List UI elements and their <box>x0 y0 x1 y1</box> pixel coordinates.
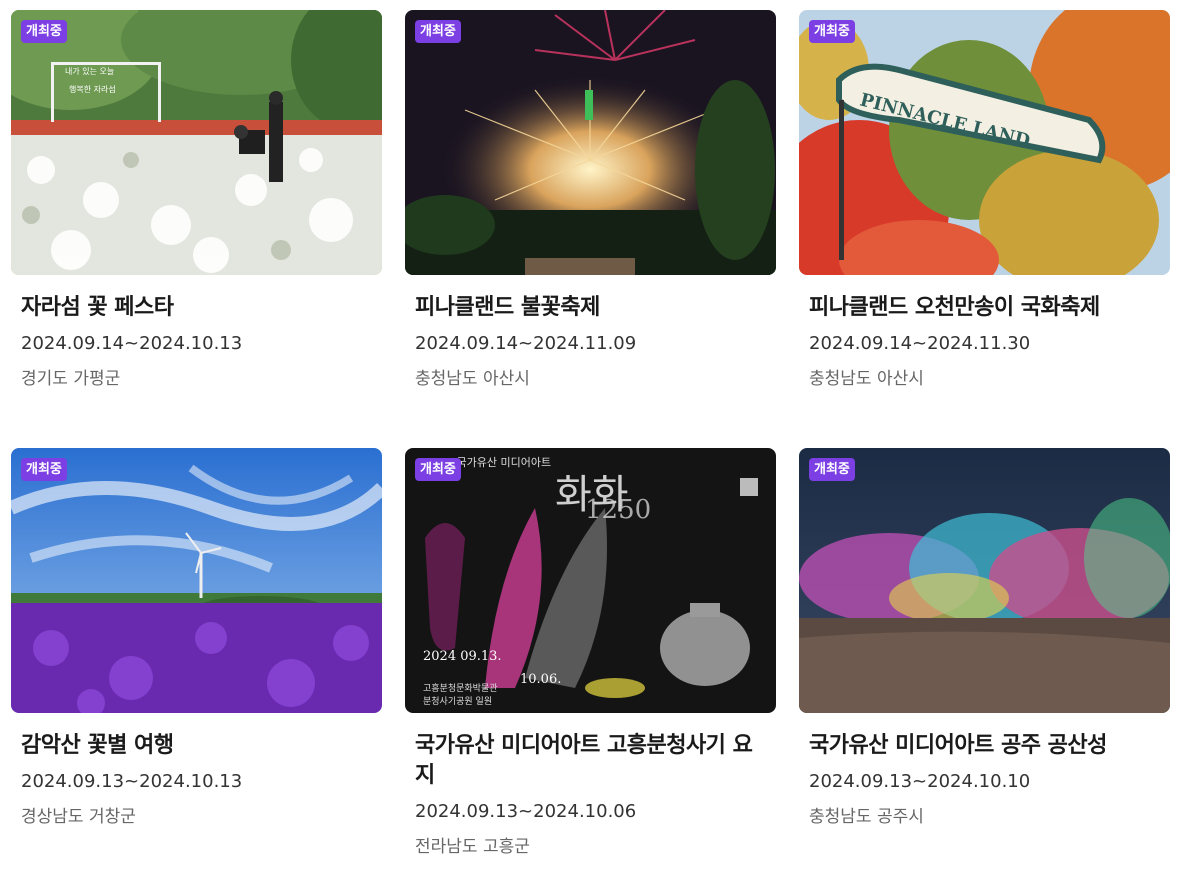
festival-thumbnail[interactable]: 2024 국가유산 미디어아트 화화 1250 2024 09.13. 10.0… <box>405 448 776 713</box>
festival-date: 2024.09.14~2024.11.09 <box>415 333 637 354</box>
fireworks-image <box>405 10 776 275</box>
lit-trees-night-image <box>799 448 1170 713</box>
festival-date: 2024.09.13~2024.10.13 <box>21 771 243 792</box>
festival-card[interactable]: 개최중 감악산 꽃별 여행 2024.09.13~2024.10.13 경상남도… <box>11 448 382 829</box>
festival-date: 2024.09.13~2024.10.10 <box>809 771 1031 792</box>
festival-thumbnail[interactable]: 개최중 <box>799 448 1170 713</box>
festival-thumbnail[interactable]: 개최중 <box>11 448 382 713</box>
festival-region: 충청남도 아산시 <box>415 369 530 389</box>
flower-field-image: 내가 있는 오늘 행복한 자라섬 <box>11 10 382 275</box>
festival-region: 경상남도 거창군 <box>21 807 136 827</box>
festival-card[interactable]: 개최중 피나클랜드 불꽃축제 2024.09.14~2024.11.09 충청남… <box>405 10 776 391</box>
status-badge: 개최중 <box>21 20 67 43</box>
status-badge: 개최중 <box>415 458 461 481</box>
purple-field-image <box>11 448 382 713</box>
poster-footer-2: 분청사기공원 일원 <box>423 696 492 707</box>
festival-title[interactable]: 국가유산 미디어아트 고흥분청사기 요지 <box>415 731 765 791</box>
festival-region: 전라남도 고흥군 <box>415 837 530 857</box>
festival-card[interactable]: 개최중 국가유산 미디어아트 공주 공산성 2024.09.13~2024.10… <box>799 448 1170 829</box>
festival-thumbnail[interactable]: 개최중 <box>405 10 776 275</box>
poster-number: 1250 <box>585 495 651 525</box>
status-badge: 개최중 <box>809 458 855 481</box>
sign-line-2: 행복한 자라섬 <box>69 84 116 94</box>
festival-thumbnail[interactable]: PINNACLE LAND 개최중 <box>799 10 1170 275</box>
media-art-poster-image: 2024 국가유산 미디어아트 화화 1250 2024 09.13. 10.0… <box>405 448 776 713</box>
festival-card[interactable]: 내가 있는 오늘 행복한 자라섬 개최중 자라섬 꽃 페스타 2024.09.1… <box>11 10 382 391</box>
festival-region: 경기도 가평군 <box>21 369 121 389</box>
festival-card[interactable]: 2024 국가유산 미디어아트 화화 1250 2024 09.13. 10.0… <box>405 448 776 859</box>
festival-date: 2024.09.14~2024.10.13 <box>21 333 243 354</box>
festival-title[interactable]: 국가유산 미디어아트 공주 공산성 <box>809 731 1159 761</box>
festival-title[interactable]: 감악산 꽃별 여행 <box>21 731 371 761</box>
poster-date-end: 10.06. <box>520 672 561 687</box>
festival-card[interactable]: PINNACLE LAND 개최중 피나클랜드 오천만송이 국화축제 2024.… <box>799 10 1170 391</box>
festival-title[interactable]: 피나클랜드 불꽃축제 <box>415 293 765 323</box>
sign-line-1: 내가 있는 오늘 <box>65 66 114 76</box>
status-badge: 개최중 <box>809 20 855 43</box>
poster-date-start: 2024 09.13. <box>423 649 502 664</box>
poster-footer-1: 고흥분청문화박물관 <box>423 682 498 694</box>
festival-region: 충청남도 아산시 <box>809 369 924 389</box>
status-badge: 개최중 <box>21 458 67 481</box>
festival-title[interactable]: 피나클랜드 오천만송이 국화축제 <box>809 293 1159 323</box>
status-badge: 개최중 <box>415 20 461 43</box>
festival-date: 2024.09.13~2024.10.06 <box>415 801 637 822</box>
festival-thumbnail[interactable]: 내가 있는 오늘 행복한 자라섬 개최중 <box>11 10 382 275</box>
festival-title[interactable]: 자라섬 꽃 페스타 <box>21 293 371 323</box>
festival-date: 2024.09.14~2024.11.30 <box>809 333 1031 354</box>
festival-region: 충청남도 공주시 <box>809 807 924 827</box>
autumn-sign-image: PINNACLE LAND <box>799 10 1170 275</box>
